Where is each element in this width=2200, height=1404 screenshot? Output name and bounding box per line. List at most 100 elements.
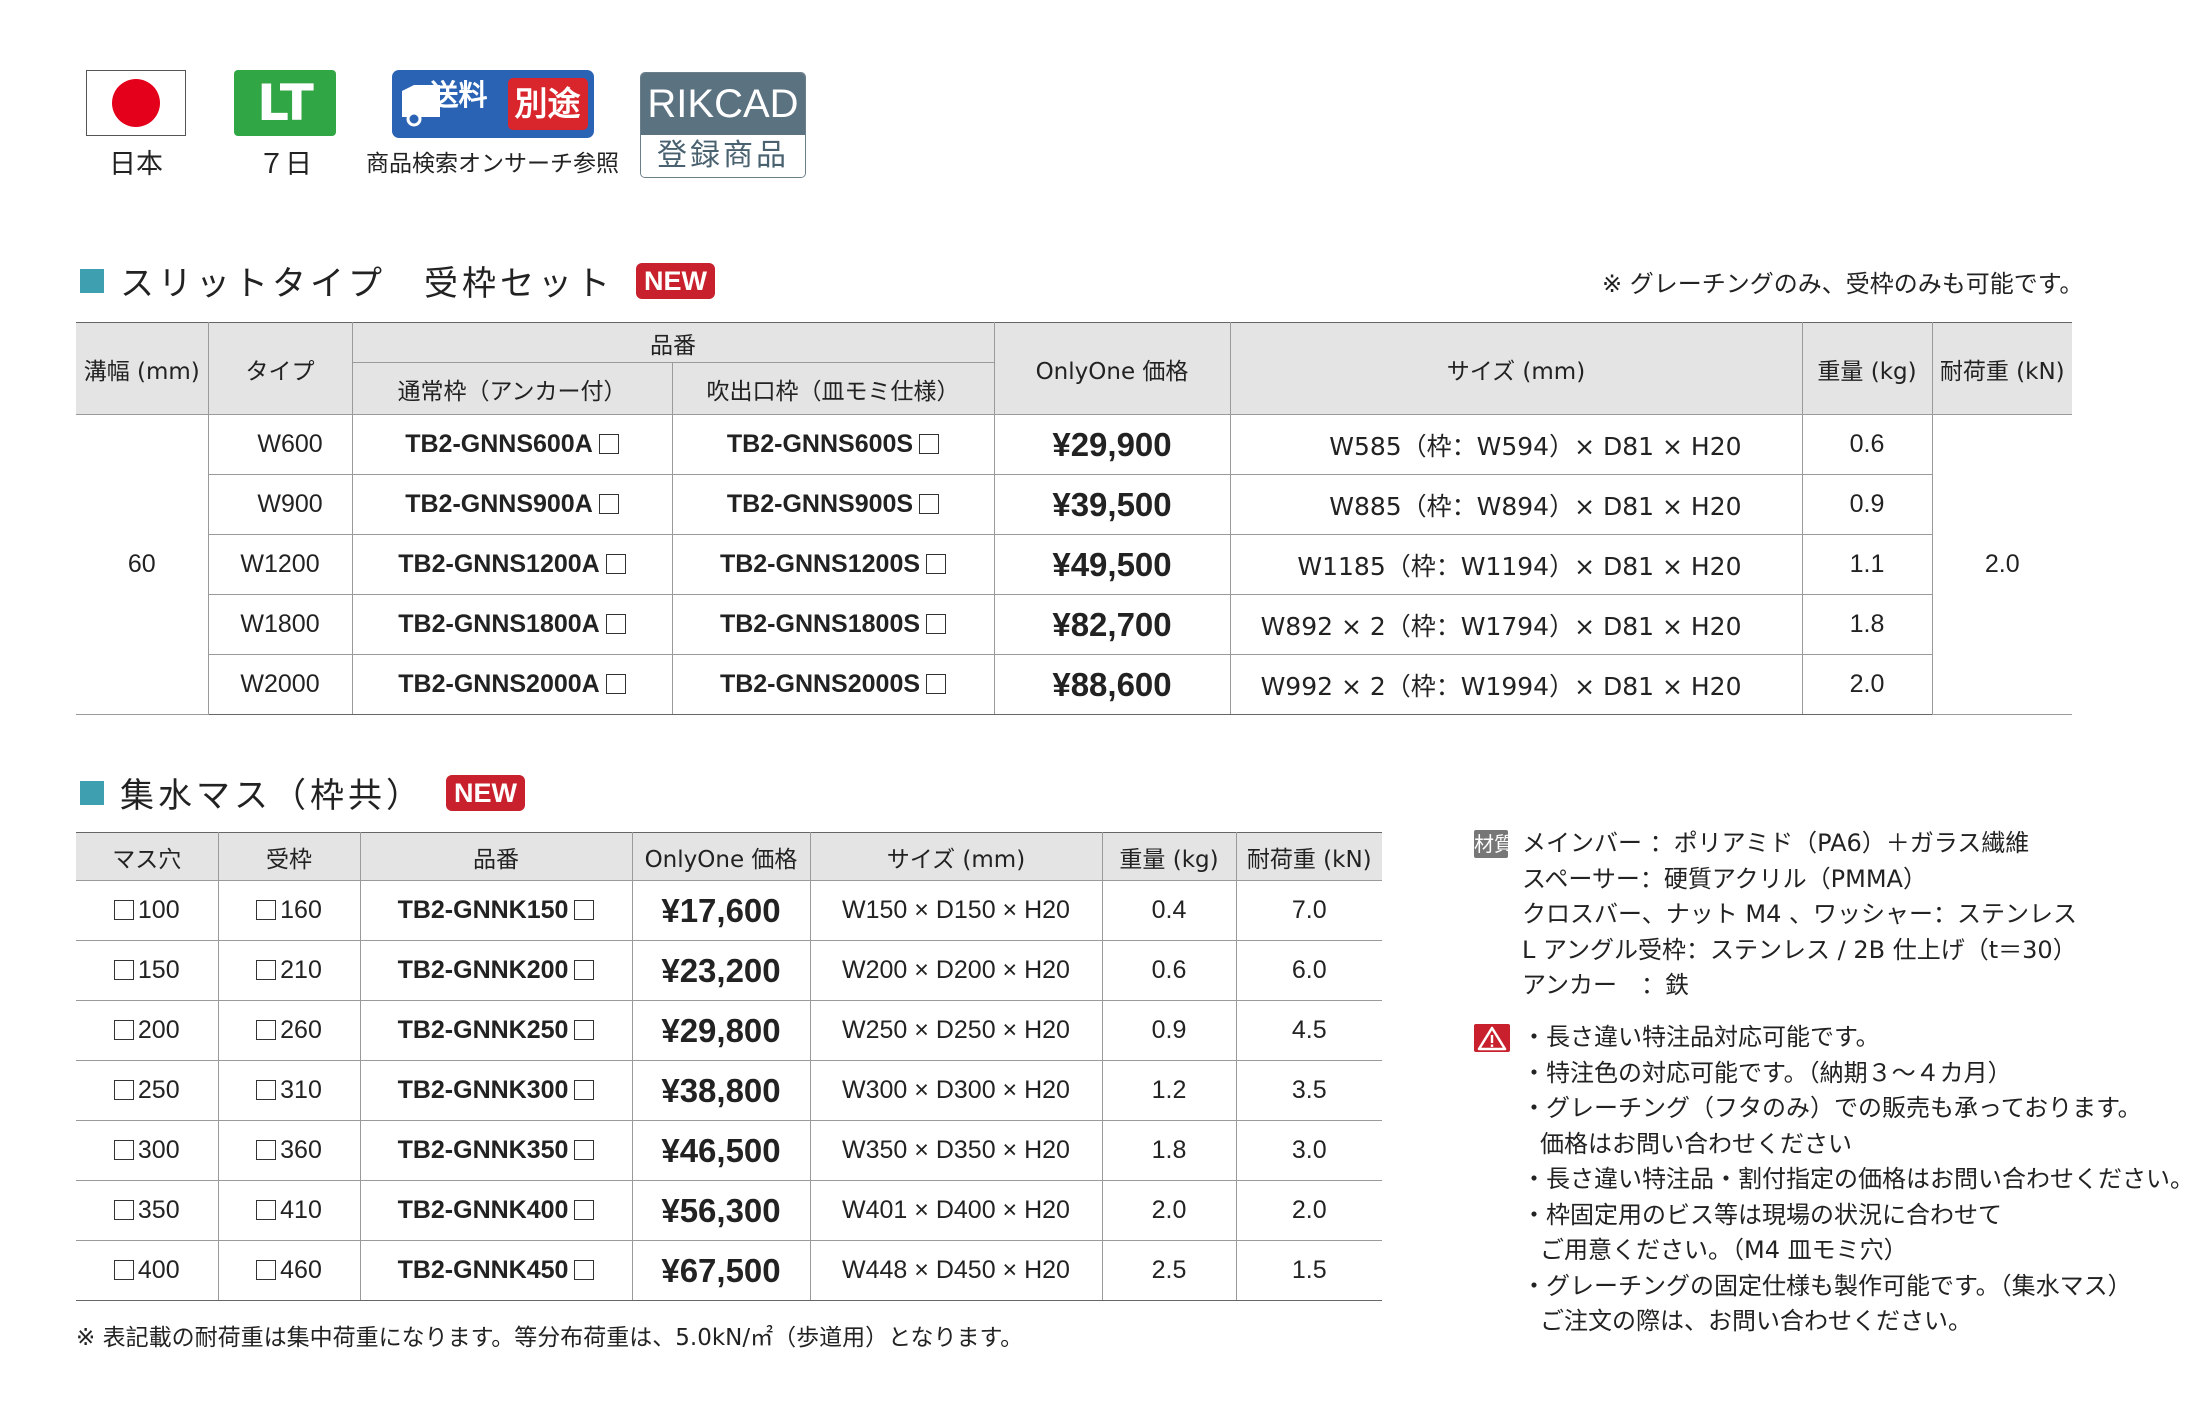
- hole-cell: 400: [76, 1240, 219, 1301]
- header-load: 耐荷重 (kN): [1235, 832, 1382, 881]
- weight-cell: 1.1: [1801, 534, 1932, 595]
- square-icon: [256, 1260, 277, 1280]
- load-footnote: ※ 表記載の耐荷重は集中荷重になります。等分布荷重は、5.0kN/㎡（歩道用）と…: [76, 1325, 1024, 1351]
- load-cell: 2.0: [1235, 1180, 1382, 1241]
- size-cell: W1185（枠：W1194）× D81 × H20: [1229, 534, 1803, 595]
- square-icon: [256, 1080, 277, 1100]
- japan-flag-icon: [86, 70, 186, 136]
- weight-cell: 0.9: [1101, 1000, 1237, 1061]
- weight-cell: 0.9: [1801, 474, 1932, 535]
- header-price: OnlyOne 価格: [993, 322, 1231, 415]
- frame-cell: 310: [217, 1060, 361, 1121]
- checkbox-square-icon: [574, 1020, 595, 1040]
- normal-part-cell: TB2-GNNS600A: [351, 414, 673, 475]
- header-size: サイズ (mm): [1229, 322, 1803, 415]
- warning-line: ・長さ違い特注品対応可能です。: [1522, 1023, 1880, 1051]
- type-cell: W2000: [208, 654, 353, 715]
- outlet-part-cell: TB2-GNNS600S: [671, 414, 995, 475]
- type-cell: W600: [207, 414, 353, 475]
- shipping-badge: 送料 別途 商品検索オンサーチ参照: [366, 70, 619, 178]
- price-cell: ¥82,700: [993, 594, 1231, 655]
- size-cell: W885（枠：W894）× D81 × H20: [1229, 474, 1803, 535]
- header-outlet-frame: 吹出口枠（皿モミ仕様）: [671, 362, 994, 415]
- warning-line: ・グレーチング（フタのみ）での販売も承っております。: [1522, 1094, 2142, 1122]
- material-line: クロスバー、ナット M4 、ワッシャー：ステンレス: [1522, 900, 2077, 928]
- outlet-part-cell: TB2-GNNS2000S: [671, 654, 995, 715]
- load-cell: 6.0: [1235, 940, 1382, 1001]
- load-cell: 1.5: [1235, 1240, 1382, 1301]
- square-icon: [256, 1200, 277, 1220]
- lead-time-label: ７日: [258, 149, 312, 180]
- size-cell: W992 × 2（枠：W1994）× D81 × H20: [1229, 654, 1803, 715]
- load-cell: 3.0: [1235, 1120, 1382, 1181]
- checkbox-square-icon: [605, 554, 626, 574]
- hole-cell: 200: [76, 1000, 219, 1061]
- type-cell: W900: [208, 474, 353, 535]
- table-row: W900 TB2-GNNS900A TB2-GNNS900S ¥39,500 W…: [76, 474, 2072, 535]
- weight-cell: 0.6: [1801, 414, 1933, 475]
- checkbox-square-icon: [574, 900, 595, 920]
- square-icon: [256, 900, 277, 920]
- origin-label: 日本: [109, 149, 163, 180]
- frame-cell: 160: [217, 880, 361, 941]
- heading-square-icon: [80, 780, 104, 805]
- size-cell: W250 × D250 × H20: [809, 1000, 1103, 1061]
- material-line: スペーサー：硬質アクリル（PMMA）: [1522, 864, 1927, 893]
- size-cell: W150 × D150 × H20: [809, 880, 1103, 941]
- section2-heading: 集水マス（枠共） NEW: [80, 768, 525, 817]
- shipping-icon: 送料 別途: [391, 70, 594, 138]
- checkbox-square-icon: [919, 434, 940, 454]
- checkbox-square-icon: [598, 434, 619, 454]
- weight-cell: 1.8: [1801, 594, 1932, 655]
- warning-icon: [1474, 1024, 1510, 1052]
- table-row: 100 160 TB2-GNNK150 ¥17,600 W150 × D150 …: [76, 880, 1382, 941]
- header-frame: 受枠: [217, 832, 361, 881]
- price-cell: ¥49,500: [993, 534, 1231, 595]
- size-cell: W448 × D450 × H20: [809, 1240, 1103, 1301]
- checkbox-square-icon: [574, 960, 595, 980]
- part-cell: TB2-GNNK250: [359, 1000, 633, 1061]
- part-cell: TB2-GNNK450: [359, 1240, 633, 1301]
- frame-cell: 210: [217, 940, 361, 1001]
- new-badge: NEW: [446, 774, 525, 811]
- table-row: 150 210 TB2-GNNK200 ¥23,200 W200 × D200 …: [76, 940, 1382, 1001]
- outlet-part-cell: TB2-GNNS900S: [671, 474, 995, 535]
- header-normal-frame: 通常枠（アンカー付）: [352, 362, 673, 415]
- square-icon: [256, 1020, 277, 1040]
- price-cell: ¥29,900: [993, 414, 1231, 475]
- header-part-no: 品番: [351, 322, 995, 363]
- material-line: メインバー ：ポリアミド（PA6）＋ガラス繊維: [1522, 829, 2030, 857]
- load-cell: 4.5: [1235, 1000, 1382, 1061]
- square-icon: [113, 1020, 134, 1040]
- square-icon: [113, 1260, 134, 1280]
- slit-type-table: 溝幅 (mm) タイプ 品番 OnlyOne 価格 サイズ (mm) 重量 (k…: [76, 322, 2072, 715]
- hole-cell: 300: [76, 1120, 219, 1181]
- normal-part-cell: TB2-GNNS1200A: [351, 534, 673, 595]
- table-row: W2000 TB2-GNNS2000A TB2-GNNS2000S ¥88,60…: [76, 654, 2072, 715]
- material-line: アンカー ：鉄: [1522, 971, 1690, 999]
- part-cell: TB2-GNNK300: [359, 1060, 633, 1121]
- checkbox-square-icon: [926, 614, 947, 634]
- checkbox-square-icon: [574, 1140, 595, 1160]
- price-cell: ¥67,500: [631, 1240, 811, 1301]
- weight-cell: 2.0: [1801, 654, 1932, 715]
- header-weight: 重量 (kg): [1801, 322, 1933, 415]
- table-row: W1800 TB2-GNNS1800A TB2-GNNS1800S ¥82,70…: [76, 594, 2072, 655]
- header-size: サイズ (mm): [809, 832, 1103, 881]
- warning-line: ・特注色の対応可能です。（納期３～４カ月）: [1522, 1058, 2012, 1087]
- table-row: 300 360 TB2-GNNK350 ¥46,500 W350 × D350 …: [76, 1120, 1382, 1181]
- shipping-text-1: 送料: [429, 78, 488, 112]
- type-cell: W1800: [208, 594, 353, 655]
- weight-cell: 0.4: [1101, 880, 1237, 941]
- price-cell: ¥88,600: [993, 654, 1231, 715]
- rikcad-bottom-text: 登録商品: [641, 135, 805, 177]
- section2-title: 集水マス（枠共）: [120, 776, 424, 816]
- warning-line: ご用意ください。（M4 皿モミ穴）: [1540, 1236, 1908, 1264]
- normal-part-cell: TB2-GNNS900A: [351, 474, 673, 535]
- square-icon: [113, 1200, 134, 1220]
- price-cell: ¥23,200: [631, 940, 811, 1001]
- header-width: 溝幅 (mm): [76, 322, 209, 415]
- square-icon: [113, 1080, 134, 1100]
- price-cell: ¥56,300: [631, 1180, 811, 1241]
- lt-icon: LT: [234, 70, 336, 136]
